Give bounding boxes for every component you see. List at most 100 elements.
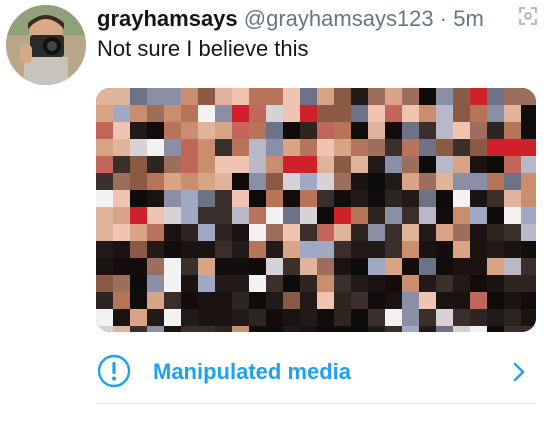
avatar[interactable] — [6, 5, 86, 85]
mosaic-pixel — [198, 207, 215, 224]
mosaic-pixel — [181, 292, 198, 309]
mosaic-pixel — [96, 275, 113, 292]
mosaic-pixel — [147, 122, 164, 139]
mosaic-pixel — [470, 275, 487, 292]
mosaic-pixel — [453, 258, 470, 275]
mosaic-pixel — [283, 224, 300, 241]
mosaic-pixel — [232, 88, 249, 105]
mosaic-pixel — [249, 224, 266, 241]
mosaic-pixel — [113, 105, 130, 122]
chevron-right-icon[interactable] — [509, 360, 529, 384]
display-name[interactable]: grayhamsays — [97, 6, 238, 31]
mosaic-pixel — [147, 207, 164, 224]
mosaic-pixel — [96, 241, 113, 258]
mosaic-pixel — [317, 258, 334, 275]
mosaic-pixel — [283, 88, 300, 105]
mosaic-pixel — [470, 309, 487, 326]
timestamp[interactable]: 5m — [453, 6, 484, 31]
mosaic-pixel — [385, 105, 402, 122]
mosaic-pixel — [266, 88, 283, 105]
mosaic-pixel — [147, 173, 164, 190]
user-handle[interactable]: @grayhamsays123 — [244, 6, 434, 31]
mosaic-pixel — [334, 173, 351, 190]
mosaic-pixel — [521, 139, 536, 156]
mosaic-pixel — [164, 258, 181, 275]
mosaic-pixel — [317, 173, 334, 190]
mosaic-pixel — [368, 139, 385, 156]
mosaic-pixel — [130, 292, 147, 309]
mosaic-pixel — [164, 326, 181, 332]
mosaic-pixel — [487, 173, 504, 190]
mosaic-pixel — [113, 326, 130, 332]
tweet-media[interactable] — [96, 88, 536, 332]
mosaic-pixel — [249, 275, 266, 292]
mosaic-pixel — [419, 173, 436, 190]
mosaic-pixel — [436, 88, 453, 105]
mosaic-pixel — [351, 309, 368, 326]
mosaic-pixel — [198, 122, 215, 139]
mosaic-pixel — [351, 326, 368, 332]
mosaic-pixel — [504, 326, 521, 332]
mosaic-pixel — [470, 173, 487, 190]
mosaic-pixel — [317, 292, 334, 309]
mosaic-pixel — [283, 156, 300, 173]
mosaic-pixel — [351, 173, 368, 190]
mosaic-pixel — [130, 258, 147, 275]
mosaic-pixel — [436, 190, 453, 207]
mosaic-pixel — [96, 173, 113, 190]
mosaic-pixel — [317, 309, 334, 326]
mosaic-pixel — [181, 241, 198, 258]
mosaic-pixel — [368, 292, 385, 309]
mosaic-pixel — [419, 207, 436, 224]
mosaic-pixel — [419, 292, 436, 309]
mosaic-pixel — [402, 309, 419, 326]
manipulated-media-text[interactable]: Manipulated media — [153, 359, 351, 385]
mosaic-pixel — [385, 139, 402, 156]
mosaic-pixel — [181, 139, 198, 156]
mosaic-pixel — [232, 207, 249, 224]
mosaic-pixel — [130, 224, 147, 241]
mosaic-pixel — [402, 190, 419, 207]
mosaic-pixel — [453, 275, 470, 292]
mosaic-pixel — [283, 139, 300, 156]
mosaic-pixel — [198, 190, 215, 207]
mosaic-pixel — [453, 122, 470, 139]
mosaic-pixel — [521, 309, 536, 326]
mosaic-pixel — [300, 258, 317, 275]
mosaic-pixel — [215, 156, 232, 173]
mosaic-pixel — [436, 292, 453, 309]
mosaic-pixel — [402, 122, 419, 139]
mosaic-pixel — [215, 190, 232, 207]
mosaic-pixel — [113, 241, 130, 258]
mosaic-pixel — [504, 173, 521, 190]
mosaic-pixel — [487, 275, 504, 292]
mosaic-pixel — [351, 275, 368, 292]
mosaic-pixel — [113, 292, 130, 309]
expand-icon[interactable] — [516, 4, 540, 28]
mosaic-pixel — [300, 326, 317, 332]
mosaic-pixel — [266, 275, 283, 292]
mosaic-pixel — [249, 139, 266, 156]
mosaic-pixel — [283, 190, 300, 207]
mosaic-pixel — [147, 190, 164, 207]
mosaic-pixel — [164, 122, 181, 139]
mosaic-pixel — [385, 326, 402, 332]
mosaic-pixel — [130, 173, 147, 190]
mosaic-pixel — [385, 275, 402, 292]
mosaic-pixel — [198, 173, 215, 190]
mosaic-pixel — [113, 122, 130, 139]
mosaic-pixel — [181, 173, 198, 190]
mosaic-pixel — [164, 173, 181, 190]
mosaic-pixel — [351, 241, 368, 258]
mosaic-pixel — [147, 224, 164, 241]
manipulated-media-label[interactable]: Manipulated media — [96, 350, 536, 394]
mosaic-pixel — [317, 326, 334, 332]
mosaic-pixel — [96, 258, 113, 275]
mosaic-pixel — [470, 139, 487, 156]
mosaic-pixel — [266, 292, 283, 309]
mosaic-pixel — [181, 326, 198, 332]
mosaic-pixel — [504, 139, 521, 156]
mosaic-pixel — [419, 122, 436, 139]
mosaic-pixel — [164, 207, 181, 224]
mosaic-pixel — [453, 292, 470, 309]
